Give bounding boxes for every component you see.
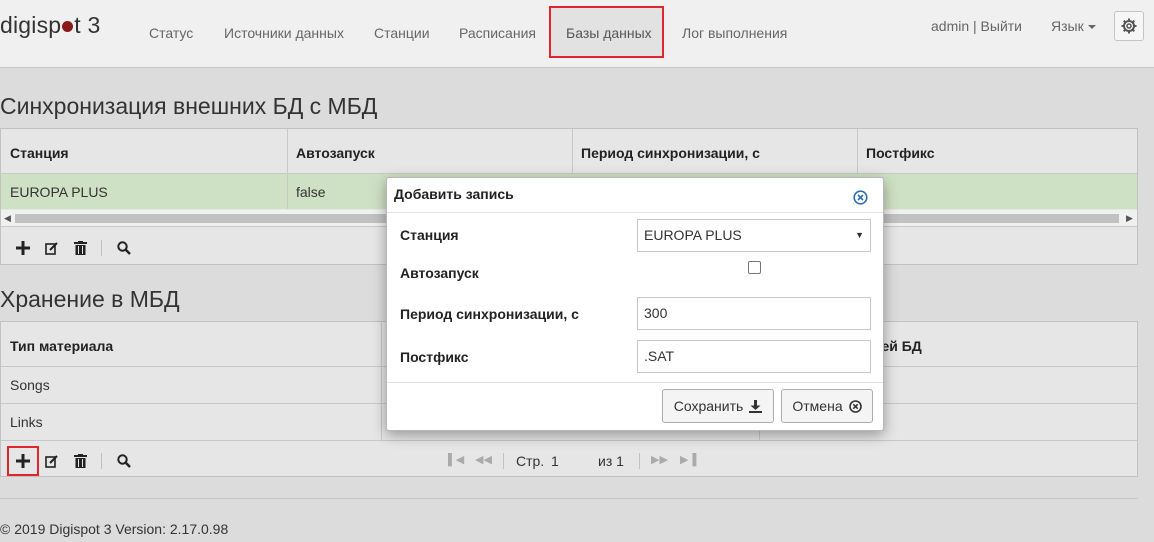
plus-icon <box>16 454 30 468</box>
sync-section-title: Синхронизация внешних БД с МБД <box>0 93 378 119</box>
nav-item-status[interactable]: Статус <box>149 25 193 41</box>
cancel-button[interactable]: Отмена <box>781 389 873 423</box>
col-header-autostart[interactable]: Автозапуск <box>296 145 375 161</box>
trash-icon <box>73 241 87 255</box>
col-divider <box>287 174 288 209</box>
nav-item-schedules[interactable]: Расписания <box>459 25 536 41</box>
edit-button[interactable] <box>43 239 61 257</box>
col-header-postfix[interactable]: Постфикс <box>866 145 935 161</box>
search-icon <box>117 241 131 255</box>
cell-autostart: false <box>296 184 326 200</box>
station-label: Станция <box>400 227 459 243</box>
toolbar-separator <box>101 453 102 469</box>
add-button[interactable] <box>14 452 32 470</box>
postfix-label: Постфикс <box>400 349 469 365</box>
period-label: Период синхронизации, с <box>400 306 579 322</box>
col-divider <box>572 129 573 173</box>
col-header-material-type[interactable]: Тип материала <box>10 338 113 354</box>
language-label: Язык <box>1051 18 1084 34</box>
page-label: Стр. <box>516 453 545 469</box>
dialog-footer-divider <box>387 382 883 383</box>
cell-material-type: Songs <box>10 377 50 393</box>
footer-divider <box>0 498 1138 499</box>
delete-button[interactable] <box>71 452 89 470</box>
pager-separator <box>639 453 640 469</box>
station-select[interactable]: EUROPA PLUS ▼ <box>637 219 871 252</box>
autostart-label: Автозапуск <box>400 265 479 281</box>
language-dropdown[interactable]: Язык <box>1051 18 1096 34</box>
save-button[interactable]: Сохранить <box>662 389 774 423</box>
nav-item-data-sources[interactable]: Источники данных <box>224 25 344 41</box>
trash-icon <box>73 454 87 468</box>
gear-icon <box>1121 18 1137 34</box>
settings-button[interactable] <box>1114 11 1144 41</box>
plus-icon <box>16 241 30 255</box>
edit-button[interactable] <box>43 452 61 470</box>
delete-button[interactable] <box>71 239 89 257</box>
dropdown-arrow-icon: ▼ <box>855 230 864 240</box>
postfix-input[interactable]: .SAT <box>637 340 871 373</box>
page-number-input[interactable]: 1 <box>551 453 559 469</box>
last-page-icon[interactable]: ▶▐ <box>680 453 696 466</box>
col-header-period[interactable]: Период синхронизации, с <box>581 145 760 161</box>
period-input[interactable]: 300 <box>637 297 871 330</box>
close-circle-icon <box>848 399 862 413</box>
storage-section-title: Хранение в МБД <box>0 286 180 312</box>
next-page-icon[interactable]: ▶▶ <box>651 453 668 466</box>
brand-logo[interactable]: digisp t 3 <box>0 12 100 39</box>
col-header-station[interactable]: Станция <box>10 145 69 161</box>
search-button[interactable] <box>115 452 133 470</box>
dialog-title: Добавить запись <box>394 186 514 202</box>
toolbar-divider <box>1 440 1137 441</box>
autostart-checkbox[interactable] <box>748 261 761 274</box>
nav-item-stations[interactable]: Станции <box>374 25 430 41</box>
search-button[interactable] <box>115 239 133 257</box>
edit-icon <box>45 242 58 255</box>
save-button-label: Сохранить <box>673 398 744 414</box>
station-select-value: EUROPA PLUS <box>644 227 742 243</box>
add-button[interactable] <box>14 239 32 257</box>
search-icon <box>117 454 131 468</box>
cell-material-type: Links <box>10 414 43 430</box>
footer-text: © 2019 Digispot 3 Version: 2.17.0.98 <box>0 521 229 537</box>
nav-item-execution-log[interactable]: Лог выполнения <box>682 25 787 41</box>
download-icon <box>749 399 763 413</box>
col-divider <box>857 129 858 173</box>
dialog-header-divider <box>387 212 883 213</box>
scroll-right-arrow-icon[interactable]: ▶ <box>1126 213 1133 224</box>
scroll-left-arrow-icon[interactable]: ◀ <box>4 213 11 224</box>
nav-item-databases[interactable]: Базы данных <box>566 25 652 41</box>
page-count-label: из 1 <box>598 453 624 469</box>
edit-icon <box>45 455 58 468</box>
pager-separator <box>503 453 504 469</box>
close-button[interactable] <box>853 190 868 205</box>
col-divider <box>381 322 382 440</box>
close-circle-icon <box>853 190 868 205</box>
cell-station: EUROPA PLUS <box>10 184 108 200</box>
brand-dot-icon <box>62 21 74 33</box>
first-page-icon[interactable]: ▌◀ <box>448 453 464 466</box>
user-logout-link[interactable]: admin | Выйти <box>931 18 1022 34</box>
cancel-button-label: Отмена <box>792 398 843 414</box>
add-record-dialog: Добавить запись Станция EUROPA PLUS ▼ Ав… <box>386 177 884 431</box>
caret-down-icon <box>1087 25 1096 30</box>
prev-page-icon[interactable]: ◀◀ <box>475 453 492 466</box>
toolbar-separator <box>101 240 102 256</box>
